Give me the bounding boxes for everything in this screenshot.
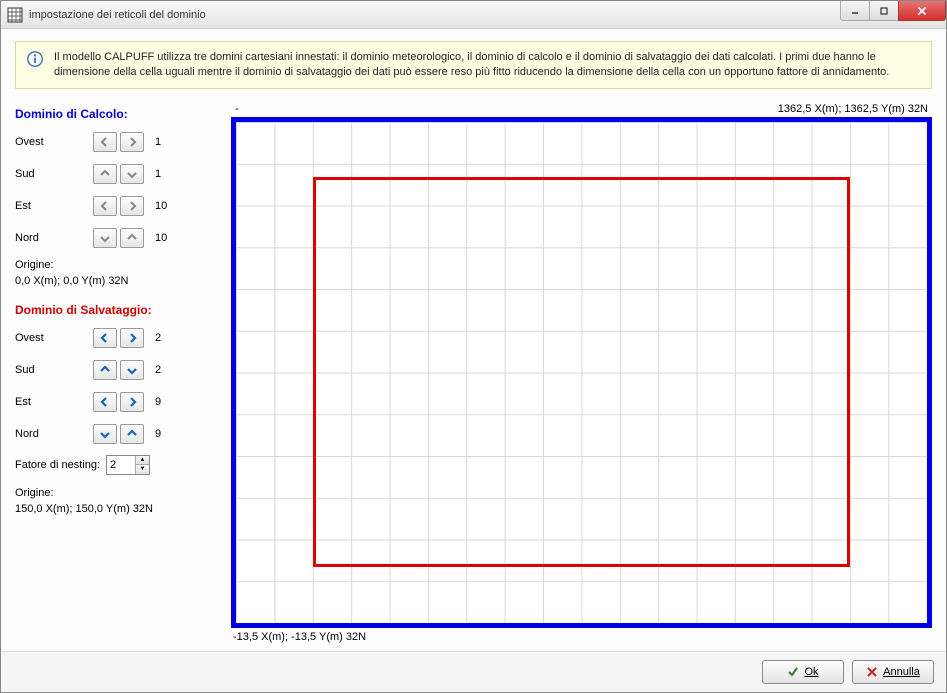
- save-est-decrease-button[interactable]: [93, 392, 117, 412]
- save-domain-box: [313, 177, 850, 567]
- save-sud-value: 2: [155, 364, 175, 376]
- save-nord-label: Nord: [15, 428, 93, 440]
- maximize-button[interactable]: [869, 1, 899, 21]
- save-sud-row: Sud 2: [15, 359, 223, 381]
- dialog-window: impostazione dei reticoli del dominio Il…: [0, 0, 947, 693]
- calc-origin-label: Origine:: [15, 259, 223, 271]
- calc-est-increase-button[interactable]: [120, 196, 144, 216]
- save-sud-increase-button[interactable]: [120, 360, 144, 380]
- calc-origin-value: 0,0 X(m); 0,0 Y(m) 32N: [15, 275, 223, 287]
- calc-ovest-value: 1: [155, 136, 175, 148]
- nesting-label: Fatore di nesting:: [15, 459, 100, 471]
- calc-ovest-label: Ovest: [15, 136, 93, 148]
- calc-nord-decrease-button[interactable]: [93, 228, 117, 248]
- footer: Ok Annulla: [1, 651, 946, 692]
- check-icon: [787, 666, 799, 678]
- calc-nord-row: Nord 10: [15, 227, 223, 249]
- calc-sud-label: Sud: [15, 168, 93, 180]
- x-icon: [866, 666, 878, 678]
- calc-nord-label: Nord: [15, 232, 93, 244]
- app-icon: [7, 7, 23, 23]
- save-sud-decrease-button[interactable]: [93, 360, 117, 380]
- save-est-value: 9: [155, 396, 175, 408]
- info-panel: Il modello CALPUFF utilizza tre domini c…: [15, 41, 932, 89]
- window-controls: [841, 1, 946, 21]
- save-nord-row: Nord 9: [15, 423, 223, 445]
- main-area: Dominio di Calcolo: Ovest 1 Sud 1 Est: [15, 103, 932, 643]
- calc-ovest-row: Ovest 1: [15, 131, 223, 153]
- save-origin-label: Origine:: [15, 487, 223, 499]
- save-nord-decrease-button[interactable]: [93, 424, 117, 444]
- save-est-increase-button[interactable]: [120, 392, 144, 412]
- save-sud-label: Sud: [15, 364, 93, 376]
- save-nord-value: 9: [155, 428, 175, 440]
- save-est-row: Est 9: [15, 391, 223, 413]
- plot-top-left-label: -: [235, 103, 239, 115]
- plot-top-right-label: 1362,5 X(m); 1362,5 Y(m) 32N: [778, 103, 928, 115]
- minimize-button[interactable]: [840, 1, 870, 21]
- calc-ovest-decrease-button[interactable]: [93, 132, 117, 152]
- plot-area: - 1362,5 X(m); 1362,5 Y(m) 32N -13,5 X(m…: [231, 103, 932, 643]
- nesting-up-button[interactable]: ▲: [136, 456, 149, 466]
- nesting-row: Fatore di nesting: ▲ ▼: [15, 455, 223, 475]
- plot-top-labels: - 1362,5 X(m); 1362,5 Y(m) 32N: [231, 103, 932, 115]
- calc-est-decrease-button[interactable]: [93, 196, 117, 216]
- ok-button[interactable]: Ok: [762, 660, 844, 684]
- content-area: Il modello CALPUFF utilizza tre domini c…: [1, 29, 946, 651]
- left-panel: Dominio di Calcolo: Ovest 1 Sud 1 Est: [15, 103, 223, 643]
- window-title: impostazione dei reticoli del dominio: [29, 9, 206, 21]
- calc-est-label: Est: [15, 200, 93, 212]
- calc-sud-decrease-button[interactable]: [93, 164, 117, 184]
- ok-button-label: Ok: [804, 666, 818, 678]
- plot-bottom-left-label: -13,5 X(m); -13,5 Y(m) 32N: [231, 631, 932, 643]
- calc-sud-value: 1: [155, 168, 175, 180]
- calc-est-value: 10: [155, 200, 175, 212]
- save-section-title: Dominio di Salvataggio:: [15, 303, 223, 317]
- save-ovest-value: 2: [155, 332, 175, 344]
- save-ovest-label: Ovest: [15, 332, 93, 344]
- nesting-input[interactable]: [107, 456, 135, 474]
- save-nord-increase-button[interactable]: [120, 424, 144, 444]
- calc-nord-value: 10: [155, 232, 175, 244]
- save-ovest-decrease-button[interactable]: [93, 328, 117, 348]
- save-est-label: Est: [15, 396, 93, 408]
- info-text: Il modello CALPUFF utilizza tre domini c…: [54, 50, 921, 80]
- calc-sud-row: Sud 1: [15, 163, 223, 185]
- cancel-button[interactable]: Annulla: [852, 660, 934, 684]
- cancel-button-label: Annulla: [883, 666, 920, 678]
- save-ovest-increase-button[interactable]: [120, 328, 144, 348]
- domain-plot: [231, 117, 932, 628]
- calc-ovest-increase-button[interactable]: [120, 132, 144, 152]
- calc-sud-increase-button[interactable]: [120, 164, 144, 184]
- info-icon: [26, 50, 44, 68]
- save-origin-value: 150,0 X(m); 150,0 Y(m) 32N: [15, 503, 223, 515]
- close-button[interactable]: [898, 1, 946, 21]
- calc-nord-increase-button[interactable]: [120, 228, 144, 248]
- titlebar: impostazione dei reticoli del dominio: [1, 1, 946, 29]
- calc-section-title: Dominio di Calcolo:: [15, 107, 223, 121]
- calc-est-row: Est 10: [15, 195, 223, 217]
- nesting-spinner[interactable]: ▲ ▼: [106, 455, 150, 475]
- nesting-down-button[interactable]: ▼: [136, 465, 149, 474]
- save-ovest-row: Ovest 2: [15, 327, 223, 349]
